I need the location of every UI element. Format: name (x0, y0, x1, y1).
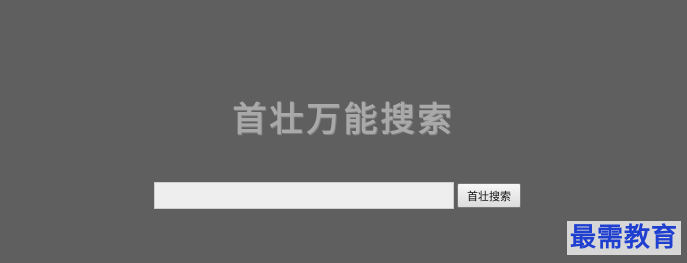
search-button[interactable]: 首壮搜索 (457, 183, 521, 208)
site-logo-title: 首壮万能搜索 (232, 100, 455, 140)
search-form: 首壮搜索 (154, 182, 521, 209)
search-input[interactable] (154, 182, 454, 209)
watermark-logo: 最需教育 (566, 221, 681, 255)
